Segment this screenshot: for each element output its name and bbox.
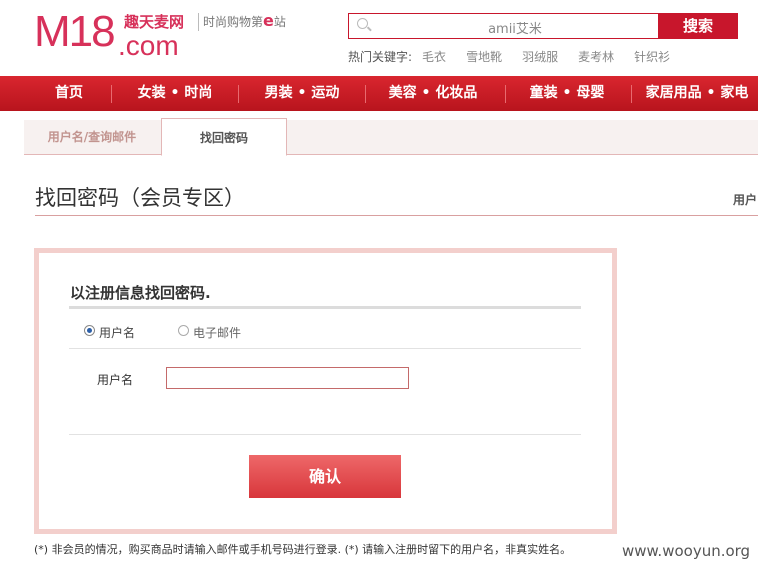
heading-divider — [69, 306, 581, 309]
m18-logo[interactable]: M18 趣天麦网 .com — [34, 7, 194, 62]
tab-username-lookup[interactable]: 用户名/查询邮件 — [24, 121, 160, 154]
form-heading: 以注册信息找回密码. — [70, 284, 211, 302]
slogan-pre: 时尚购物第 — [203, 15, 264, 29]
nav-divider — [111, 85, 112, 103]
logo-com: .com — [118, 30, 179, 61]
search-bar: 搜索 — [348, 13, 738, 39]
nav-divider — [505, 85, 506, 103]
logo-cn-name: 趣天麦网 — [124, 13, 185, 31]
hot-keywords-label: 热门关键字: — [348, 50, 413, 64]
hot-keyword-link[interactable]: 麦考林 — [578, 50, 614, 64]
hot-keyword-link[interactable]: 雪地靴 — [466, 50, 502, 64]
radio-email[interactable] — [178, 325, 189, 336]
hot-keyword-link[interactable]: 针织衫 — [634, 50, 670, 64]
username-field — [166, 367, 409, 389]
logo-m18: M18 — [34, 7, 116, 56]
nav-divider — [238, 85, 239, 103]
nav-divider — [631, 85, 632, 103]
slogan-e: e — [263, 11, 274, 30]
nav-item-women[interactable]: 女装 • 时尚 — [123, 76, 227, 111]
radio-username-option[interactable]: 用户名 — [84, 324, 144, 340]
confirm-button[interactable]: 确认 — [249, 455, 401, 498]
hot-keyword-link[interactable]: 羽绒服 — [522, 50, 558, 64]
username-label: 用户名 — [97, 373, 134, 387]
hot-keyword-link[interactable]: 毛衣 — [422, 50, 446, 64]
tab-find-password[interactable]: 找回密码 — [161, 118, 287, 156]
watermark: www.wooyun.org — [622, 542, 751, 560]
nav-item-home[interactable]: 首页 — [38, 76, 100, 111]
title-divider — [35, 215, 758, 216]
slogan: 时尚购物第e站 — [198, 13, 286, 31]
nav-item-home-goods[interactable]: 家居用品 • 家电 — [636, 76, 758, 111]
hot-keywords: 热门关键字: 毛衣 雪地靴 羽绒服 麦考林 针织衫 — [348, 48, 680, 65]
username-input[interactable] — [167, 370, 408, 388]
slogan-post: 站 — [273, 15, 286, 29]
search-box — [348, 13, 660, 39]
user-link[interactable]: 用户 — [733, 191, 757, 208]
search-button[interactable]: 搜索 — [658, 13, 738, 39]
radio-email-label: 电子邮件 — [193, 326, 242, 340]
page-title: 找回密码（会员专区） — [35, 186, 245, 210]
main-nav: 首页 女装 • 时尚 男装 • 运动 美容 • 化妆品 童装 • 母婴 家居用品… — [0, 76, 758, 111]
nav-item-men[interactable]: 男装 • 运动 — [250, 76, 354, 111]
radio-email-option[interactable]: 电子邮件 — [178, 324, 248, 340]
search-input[interactable] — [373, 16, 657, 38]
footnote: (*) 非会员的情况，购买商品时请输入邮件或手机号码进行登录. (*) 请输入注… — [34, 543, 572, 556]
nav-item-kids[interactable]: 童装 • 母婴 — [514, 76, 620, 111]
radio-divider — [69, 348, 581, 349]
nav-item-beauty[interactable]: 美容 • 化妆品 — [374, 76, 492, 111]
nav-divider — [365, 85, 366, 103]
radio-username-label: 用户名 — [99, 326, 136, 340]
field-divider — [69, 434, 581, 435]
search-icon — [357, 18, 368, 29]
radio-username[interactable] — [84, 325, 95, 336]
